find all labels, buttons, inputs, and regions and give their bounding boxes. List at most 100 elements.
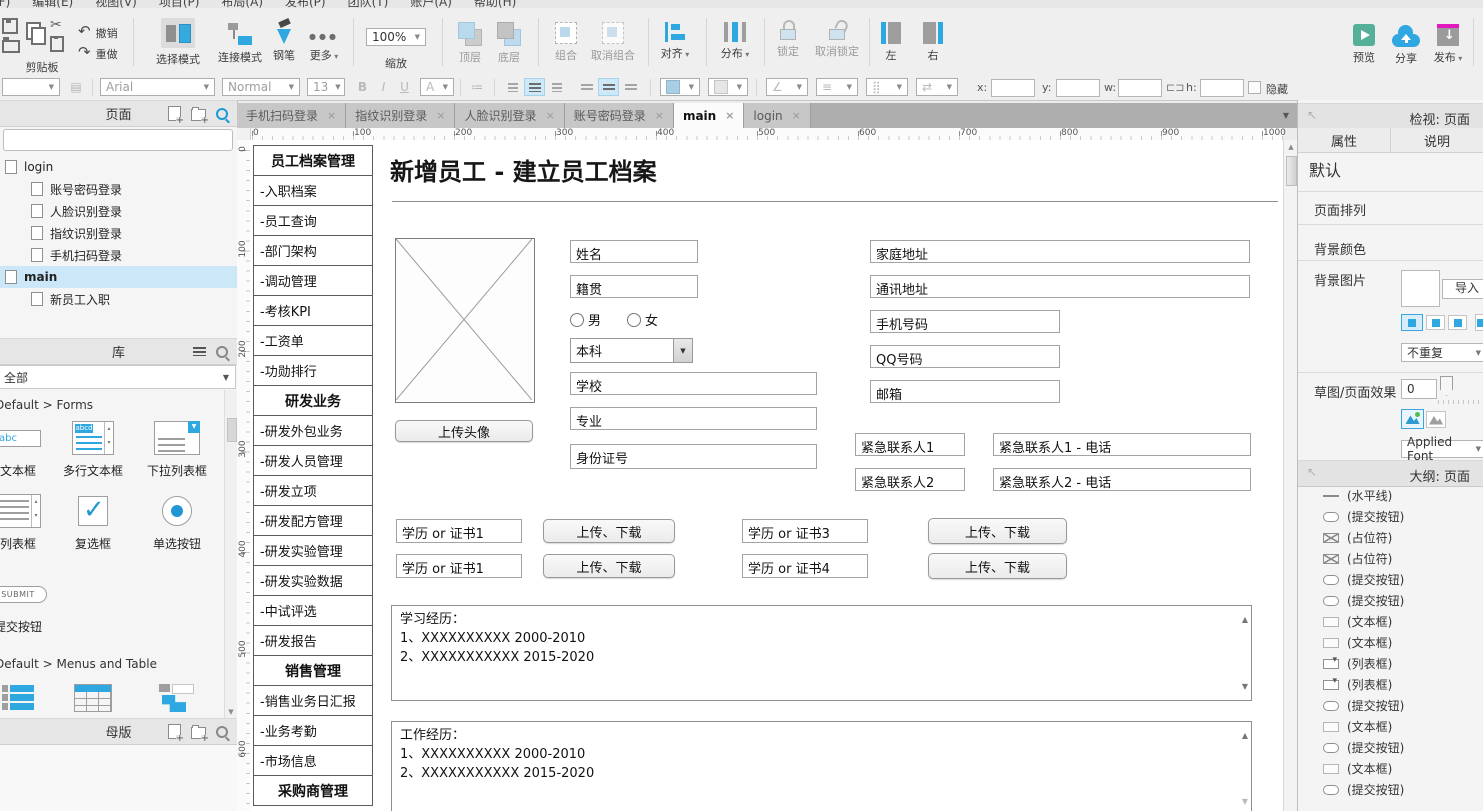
wireframe-nav-item[interactable]: -调动管理 xyxy=(254,266,372,296)
collapse-panel-icon[interactable] xyxy=(1307,465,1317,479)
add-page-icon[interactable] xyxy=(168,106,181,121)
wireframe-nav-item[interactable]: 研发业务 xyxy=(254,386,372,416)
h-input[interactable] xyxy=(1200,79,1244,97)
library-menu-icon[interactable] xyxy=(193,347,206,356)
wireframe-nav-item[interactable]: 员工档案管理 xyxy=(254,146,372,176)
wireframe-nav-item[interactable]: -部门架构 xyxy=(254,236,372,266)
document-tab[interactable]: 账号密码登录 xyxy=(565,103,674,128)
cert1-field[interactable]: 学历 or 证书1 xyxy=(396,519,522,543)
open-button[interactable] xyxy=(2,36,20,53)
female-radio[interactable]: 女 xyxy=(627,310,658,329)
document-tab[interactable]: login xyxy=(744,103,810,128)
document-tab[interactable]: 指纹识别登录 xyxy=(346,103,455,128)
outline-item[interactable]: (提交按钮) xyxy=(1298,737,1483,758)
close-tab-icon[interactable] xyxy=(655,110,664,121)
outline-item[interactable]: (水平线) xyxy=(1298,485,1483,506)
hide-checkbox[interactable] xyxy=(1248,81,1261,94)
close-tab-icon[interactable] xyxy=(436,110,445,121)
upload-download-button[interactable]: 上传、下载 xyxy=(928,518,1067,544)
degree-droplist[interactable]: 本科 xyxy=(570,338,693,363)
close-tab-icon[interactable] xyxy=(792,110,801,121)
menu-item[interactable]: 帮助(H) xyxy=(474,0,516,8)
library-filter-select[interactable]: 全部 xyxy=(0,365,236,389)
italic-button[interactable]: I xyxy=(373,78,394,96)
wireframe-nav-item[interactable]: -销售业务日汇报 xyxy=(254,686,372,716)
connect-mode-button[interactable]: 连接模式 xyxy=(212,22,268,65)
grayscale-image-toggle[interactable] xyxy=(1426,411,1446,428)
add-master-folder-icon[interactable] xyxy=(191,727,206,739)
color-image-toggle[interactable] xyxy=(1401,409,1424,429)
lock-button[interactable]: 锁定 xyxy=(768,20,808,59)
align-right-button[interactable]: 右 xyxy=(916,22,950,63)
wireframe-page-title[interactable]: 新增员工 - 建立员工档案 xyxy=(390,152,657,187)
work-history-textarea[interactable]: 工作经历： 1、XXXXXXXXXX 2000-2010 2、XXXXXXXXX… xyxy=(391,721,1252,811)
email-field[interactable]: 邮箱 xyxy=(870,380,1060,403)
collapse-panel-icon[interactable] xyxy=(1307,108,1317,122)
halign-right-button[interactable] xyxy=(546,78,567,96)
school-field[interactable]: 学校 xyxy=(570,372,817,395)
edit-style-icon[interactable]: ▤ xyxy=(66,78,86,96)
upload-avatar-button[interactable]: 上传头像 xyxy=(395,420,533,442)
scroll-down-icon[interactable] xyxy=(1242,792,1248,811)
page-style-name[interactable]: 默认 xyxy=(1309,157,1341,181)
library-widget[interactable]: SUBMIT 提交按钮 xyxy=(0,574,53,635)
outline-item[interactable]: (提交按钮) xyxy=(1298,506,1483,527)
library-scrollbar[interactable] xyxy=(224,390,237,718)
page-tree-item[interactable]: 手机扫码登录 xyxy=(0,244,237,266)
page-tree-item[interactable]: 账号密码登录 xyxy=(0,178,237,200)
menu-item[interactable]: 账户(A) xyxy=(410,0,452,8)
wireframe-nav-item[interactable]: -考核KPI xyxy=(254,296,372,326)
library-widget[interactable]: 下拉列表框 xyxy=(142,418,212,479)
applied-font-select[interactable]: Applied Font xyxy=(1401,440,1483,458)
save-button[interactable] xyxy=(2,18,18,34)
more-tools-button[interactable]: 更多 xyxy=(302,26,346,63)
cert4-field[interactable]: 学历 or 证书4 xyxy=(742,554,868,578)
emergency-contact1-phone-field[interactable]: 紧急联系人1 - 电话 xyxy=(993,433,1251,456)
bg-repeat-select[interactable]: 不重复 xyxy=(1401,343,1483,362)
close-tab-icon[interactable] xyxy=(725,110,734,121)
male-radio[interactable]: 男 xyxy=(570,310,601,329)
bg-image-thumbnail[interactable] xyxy=(1401,270,1440,307)
publish-button[interactable]: 发布 xyxy=(1426,24,1470,65)
mailing-address-field[interactable]: 通讯地址 xyxy=(870,275,1250,298)
add-folder-icon[interactable] xyxy=(191,109,206,121)
scrollbar-thumb[interactable] xyxy=(1286,156,1297,186)
group-button[interactable]: 组合 xyxy=(546,22,586,63)
qq-field[interactable]: QQ号码 xyxy=(870,345,1060,368)
wireframe-horizontal-line[interactable] xyxy=(392,201,1278,202)
select-mode-button[interactable]: 选择模式 xyxy=(140,18,216,67)
sketch-slider-handle[interactable] xyxy=(1440,376,1453,396)
link-wh-icon[interactable]: ⊏⊐ xyxy=(1166,81,1184,94)
wireframe-nav-item[interactable]: -功勋排行 xyxy=(254,356,372,386)
page-tree-item[interactable]: main xyxy=(0,266,237,288)
unlock-button[interactable]: 取消锁定 xyxy=(806,20,868,59)
outline-item[interactable]: (提交按钮) xyxy=(1298,779,1483,800)
home-address-field[interactable]: 家庭地址 xyxy=(870,240,1250,263)
wireframe-nav-item[interactable]: -研发报告 xyxy=(254,626,372,656)
wireframe-nav-item[interactable]: -中试评选 xyxy=(254,596,372,626)
canvas-vertical-scrollbar[interactable] xyxy=(1283,140,1298,811)
line-style-select[interactable]: ≡ xyxy=(816,78,858,96)
style-select[interactable] xyxy=(2,78,60,96)
outline-item[interactable]: (列表框) xyxy=(1298,653,1483,674)
wireframe-image-placeholder[interactable] xyxy=(395,238,535,403)
cut-button[interactable] xyxy=(50,18,62,32)
outline-item[interactable]: (文本框) xyxy=(1298,632,1483,653)
font-family-select[interactable]: Arial xyxy=(100,78,215,96)
outline-item[interactable]: (提交按钮) xyxy=(1298,569,1483,590)
border-pattern-select[interactable]: ⣿ xyxy=(866,78,908,96)
bg-align-top-right-button[interactable] xyxy=(1448,315,1467,330)
bg-image-row[interactable]: 背景图片 xyxy=(1314,270,1366,289)
line-width-select[interactable]: ∠ xyxy=(766,78,808,96)
page-tree-item[interactable]: 人脸识别登录 xyxy=(0,200,237,222)
library-widget[interactable]: abc 文本框 xyxy=(0,418,53,479)
halign-center-button[interactable] xyxy=(524,78,545,96)
page-tree-item[interactable]: 指纹识别登录 xyxy=(0,222,237,244)
share-button[interactable]: 分享 xyxy=(1386,25,1426,66)
import-image-button[interactable]: 导入 xyxy=(1442,279,1483,299)
library-widget[interactable]: 列表框 xyxy=(0,491,53,552)
library-widget[interactable] xyxy=(58,678,128,722)
document-tab[interactable]: 人脸识别登录 xyxy=(455,103,564,128)
wireframe-nav-item[interactable]: 采购商管理 xyxy=(254,776,372,805)
outline-item[interactable]: (文本框) xyxy=(1298,716,1483,737)
